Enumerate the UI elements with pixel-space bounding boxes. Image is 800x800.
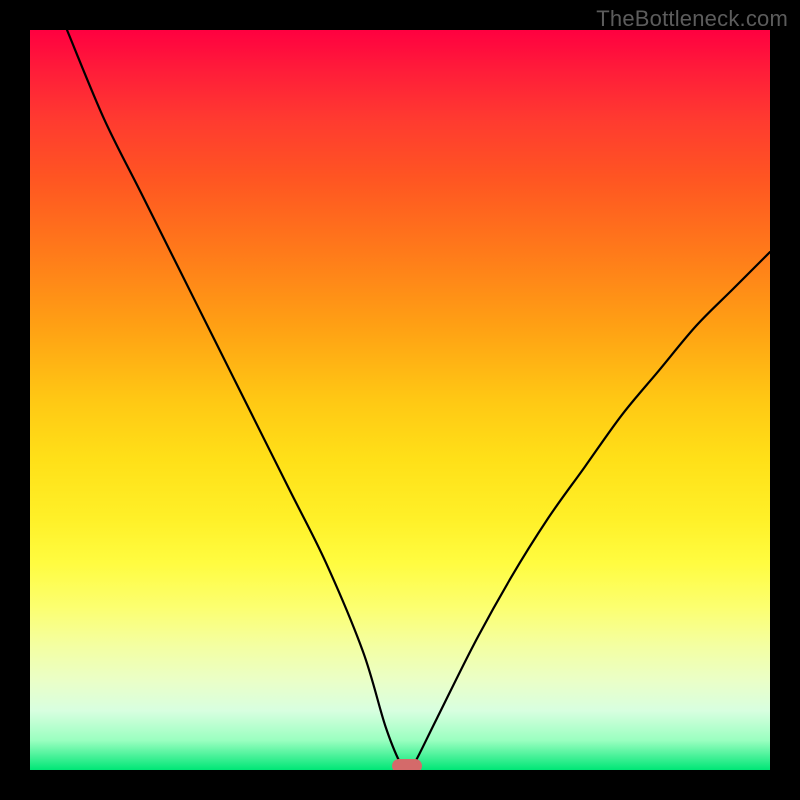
optimal-marker [392, 759, 422, 770]
bottleneck-curve [30, 30, 770, 770]
plot-area [30, 30, 770, 770]
watermark-text: TheBottleneck.com [596, 6, 788, 32]
chart-frame: TheBottleneck.com [0, 0, 800, 800]
